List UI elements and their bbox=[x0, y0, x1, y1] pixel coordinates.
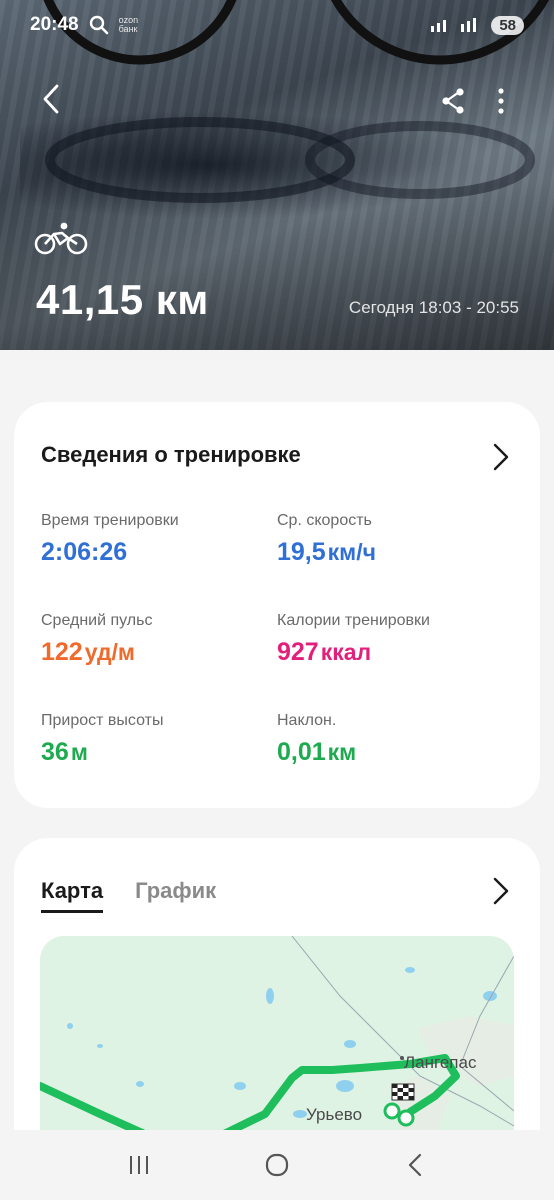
system-back-button[interactable] bbox=[395, 1145, 435, 1185]
back-arrow-icon bbox=[43, 84, 59, 114]
metric-avg-speed: Ср. скорость 19,5км/ч bbox=[277, 512, 507, 567]
status-bar: 20:48 ozon банк 58 bbox=[30, 10, 524, 40]
total-distance: 41,15 км bbox=[36, 276, 209, 323]
metric-unit: м bbox=[70, 739, 88, 765]
metric-number: 36 bbox=[41, 738, 69, 766]
home-icon bbox=[265, 1153, 289, 1177]
search-icon bbox=[89, 15, 108, 35]
recent-apps-icon bbox=[130, 1156, 148, 1174]
tab-map[interactable]: Карта bbox=[41, 878, 104, 913]
metric-unit: ккал bbox=[320, 639, 372, 665]
metric-number: 19,5 bbox=[277, 538, 326, 566]
workout-date-range: Сегодня 18:03 - 20:55 bbox=[348, 298, 519, 317]
share-icon bbox=[442, 88, 464, 114]
metric-workout-time: Время тренировки 2:06:26 bbox=[41, 512, 271, 567]
workout-summary-card: Сведения о тренировке Время тренировки 2… bbox=[14, 402, 540, 808]
metric-label: Калории тренировки bbox=[277, 612, 430, 629]
metric-number: 927 bbox=[277, 638, 319, 666]
metric-slope: Наклон. 0,01км bbox=[277, 712, 507, 767]
map-details-chevron-icon[interactable] bbox=[490, 876, 512, 906]
recent-apps-button[interactable] bbox=[119, 1145, 159, 1185]
status-right: 58 bbox=[429, 15, 524, 35]
hero-gradient bbox=[0, 180, 554, 350]
metric-label: Прирост высоты bbox=[41, 712, 164, 729]
metric-value: 0,01км bbox=[277, 738, 507, 767]
metric-elevation-gain: Прирост высоты 36м bbox=[41, 712, 271, 767]
metric-unit: км/ч bbox=[327, 539, 376, 565]
map-city-label: Лангепас bbox=[404, 1053, 477, 1072]
metric-calories: Калории тренировки 927ккал bbox=[277, 612, 507, 667]
metric-value: 122уд/м bbox=[41, 638, 271, 667]
metric-label: Наклон. bbox=[277, 712, 337, 729]
finish-flag-icon bbox=[391, 1083, 415, 1101]
metric-value: 19,5км/ч bbox=[277, 538, 507, 567]
metric-unit: км bbox=[327, 739, 357, 765]
metric-number: 0,01 bbox=[277, 738, 326, 766]
metric-label: Ср. скорость bbox=[277, 512, 372, 529]
back-button[interactable] bbox=[34, 82, 68, 116]
metric-value: 2:06:26 bbox=[41, 538, 271, 567]
summary-details-chevron-icon[interactable] bbox=[490, 442, 512, 472]
metric-unit: уд/м bbox=[84, 639, 135, 665]
metric-value: 927ккал bbox=[277, 638, 507, 667]
metric-number: 2:06:26 bbox=[41, 538, 128, 566]
system-navigation-bar bbox=[0, 1130, 554, 1200]
metric-number: 122 bbox=[41, 638, 83, 666]
battery-level: 58 bbox=[491, 15, 524, 35]
more-options-button[interactable] bbox=[486, 84, 516, 118]
more-vertical-icon bbox=[498, 88, 504, 114]
metric-label: Время тренировки bbox=[41, 512, 179, 529]
status-time: 20:48 bbox=[30, 14, 79, 35]
back-chevron-icon bbox=[408, 1153, 422, 1177]
share-button[interactable] bbox=[436, 84, 470, 118]
summary-title: Сведения о тренировке bbox=[41, 442, 301, 467]
bicycle-icon bbox=[34, 222, 88, 255]
tab-chart[interactable]: График bbox=[135, 878, 216, 913]
map-village-label: Урьево bbox=[306, 1105, 362, 1124]
signal-icon bbox=[431, 18, 477, 32]
ozon-bank-icon: ozon банк bbox=[118, 15, 139, 34]
metric-value: 36м bbox=[41, 738, 271, 767]
metric-label: Средний пульс bbox=[41, 612, 153, 629]
metric-avg-heart-rate: Средний пульс 122уд/м bbox=[41, 612, 271, 667]
home-button[interactable] bbox=[257, 1145, 297, 1185]
map-tabs: Карта График bbox=[41, 878, 216, 913]
